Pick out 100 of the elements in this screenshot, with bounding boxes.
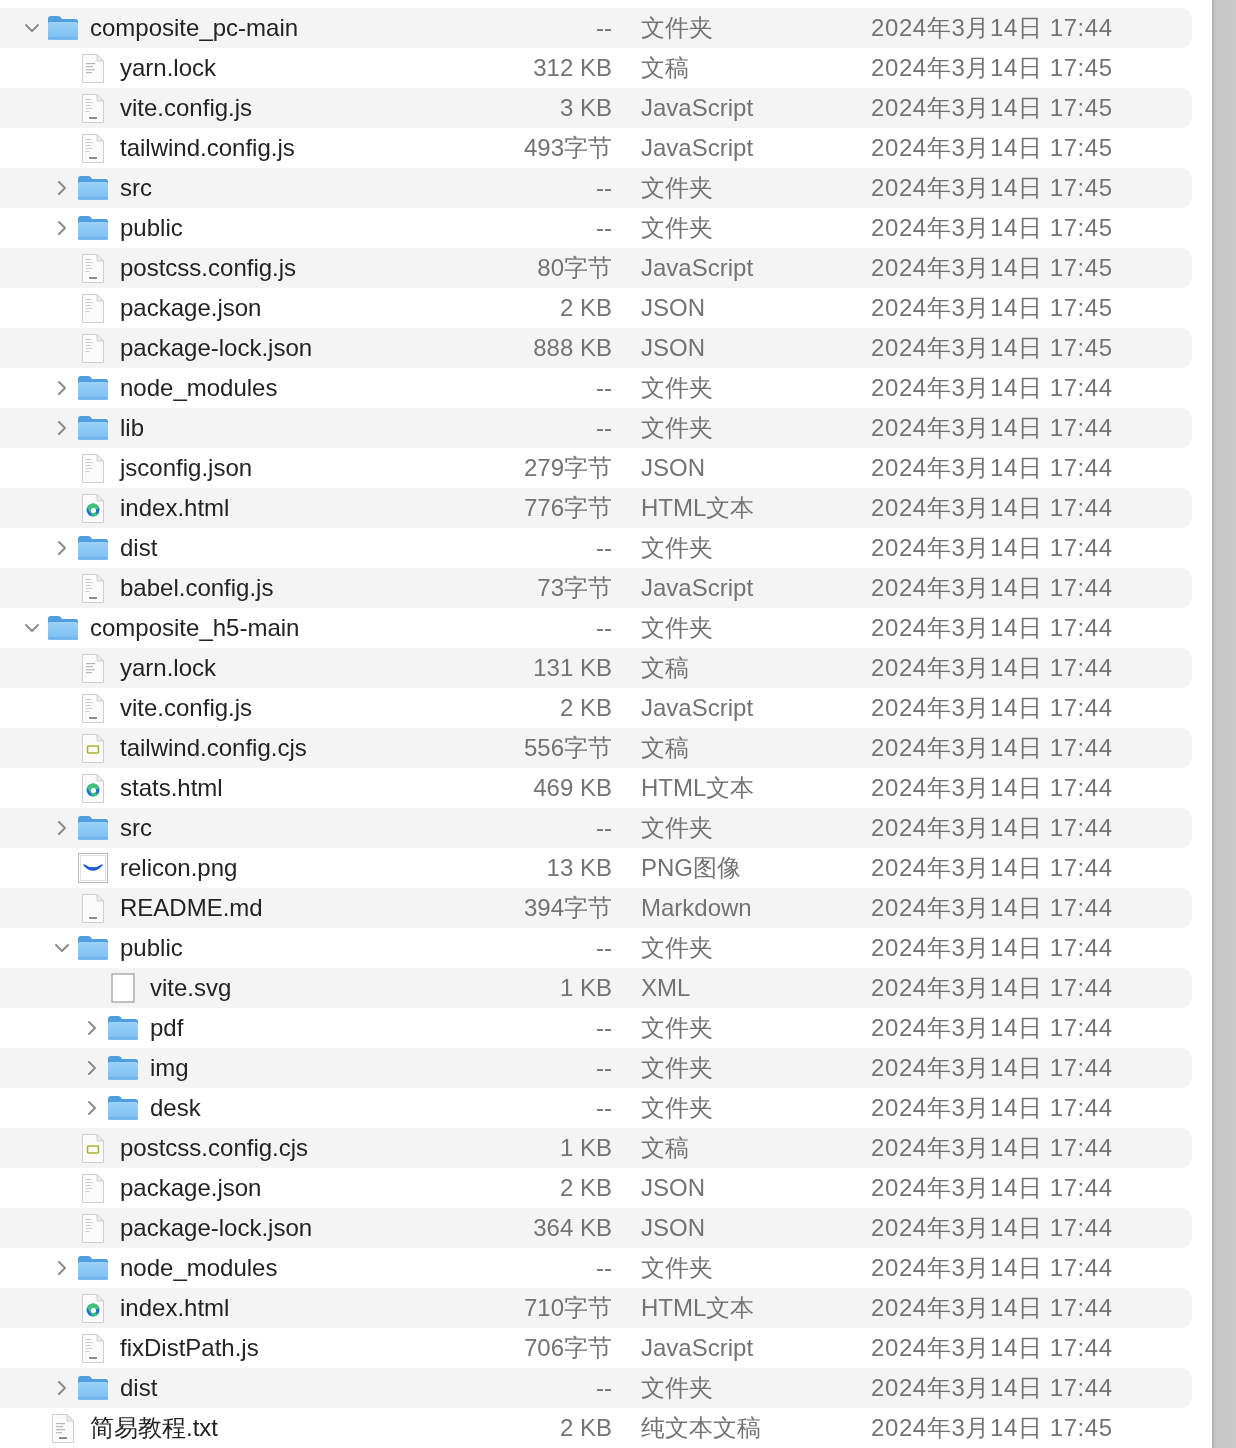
file-name: composite_pc-main bbox=[90, 14, 299, 42]
folder-icon bbox=[77, 935, 109, 961]
file-size: -- bbox=[596, 414, 612, 442]
file-size: 364 KB bbox=[533, 1214, 612, 1242]
chevron-down-icon[interactable] bbox=[24, 623, 40, 633]
modified-date: 2024年3月14日 17:45 bbox=[871, 93, 1113, 123]
code-document-icon bbox=[81, 92, 105, 124]
file-row[interactable]: index.html 710字节 HTML文本 2024年3月14日 17:44 bbox=[0, 1288, 1192, 1328]
file-kind: HTML文本 bbox=[641, 493, 755, 523]
file-size: -- bbox=[596, 174, 612, 202]
chevron-down-icon[interactable] bbox=[54, 943, 70, 953]
file-name: composite_h5-main bbox=[90, 614, 300, 642]
file-kind: PNG图像 bbox=[641, 853, 741, 883]
image-thumbnail-icon bbox=[78, 853, 108, 883]
file-kind: 文件夹 bbox=[641, 13, 713, 43]
modified-date: 2024年3月14日 17:44 bbox=[871, 733, 1113, 763]
file-name: yarn.lock bbox=[120, 654, 217, 682]
file-row[interactable]: yarn.lock 131 KB 文稿 2024年3月14日 17:44 bbox=[0, 648, 1192, 688]
chevron-down-icon[interactable] bbox=[24, 23, 40, 33]
file-kind: JSON bbox=[641, 1214, 705, 1242]
chevron-right-icon[interactable] bbox=[57, 540, 67, 556]
file-size: 776字节 bbox=[523, 493, 612, 523]
file-kind: JSON bbox=[641, 294, 705, 322]
file-row[interactable]: README.md 394字节 Markdown 2024年3月14日 17:44 bbox=[0, 888, 1192, 928]
file-row[interactable]: lib -- 文件夹 2024年3月14日 17:44 bbox=[0, 408, 1192, 448]
file-kind: 文件夹 bbox=[641, 1373, 713, 1403]
modified-date: 2024年3月14日 17:45 bbox=[871, 253, 1113, 283]
document-icon bbox=[81, 1212, 105, 1244]
file-row[interactable]: package-lock.json 364 KB JSON 2024年3月14日 17:44 bbox=[0, 1208, 1192, 1248]
folder-icon bbox=[77, 815, 109, 841]
file-row[interactable]: babel.config.js 73字节 JavaScript 2024年3月14日 17:44 bbox=[0, 568, 1192, 608]
folder-icon bbox=[77, 1375, 109, 1401]
modified-date: 2024年3月14日 17:44 bbox=[871, 773, 1113, 803]
file-row[interactable]: dist -- 文件夹 2024年3月14日 17:44 bbox=[0, 1368, 1192, 1408]
file-name: yarn.lock bbox=[120, 54, 217, 82]
file-size: -- bbox=[596, 1254, 612, 1282]
file-size: 394字节 bbox=[523, 893, 612, 923]
file-size: -- bbox=[596, 1054, 612, 1082]
chevron-right-icon[interactable] bbox=[87, 1100, 97, 1116]
modified-date: 2024年3月14日 17:44 bbox=[871, 1053, 1113, 1083]
file-name: img bbox=[150, 1054, 189, 1082]
modified-date: 2024年3月14日 17:44 bbox=[871, 933, 1113, 963]
code-document-icon bbox=[81, 132, 105, 164]
file-name: postcss.config.js bbox=[120, 254, 297, 282]
file-row[interactable]: img -- 文件夹 2024年3月14日 17:44 bbox=[0, 1048, 1192, 1088]
file-name: src bbox=[120, 174, 152, 202]
file-size: -- bbox=[596, 934, 612, 962]
chevron-right-icon[interactable] bbox=[57, 1260, 67, 1276]
text-document-icon bbox=[81, 652, 105, 684]
file-name: stats.html bbox=[120, 774, 223, 802]
file-name: node_modules bbox=[120, 374, 278, 402]
file-row[interactable]: postcss.config.js 80字节 JavaScript 2024年3月14日 17:45 bbox=[0, 248, 1192, 288]
file-row[interactable]: tailwind.config.cjs 556字节 文稿 2024年3月14日 17:44 bbox=[0, 728, 1192, 768]
chevron-right-icon[interactable] bbox=[57, 420, 67, 436]
file-name: package-lock.json bbox=[120, 1214, 313, 1242]
file-kind: JSON bbox=[641, 334, 705, 362]
file-size: 2 KB bbox=[559, 1414, 612, 1442]
folder-icon bbox=[77, 215, 109, 241]
web-document-icon bbox=[81, 1292, 105, 1324]
file-row[interactable]: src -- 文件夹 2024年3月14日 17:44 bbox=[0, 808, 1192, 848]
chevron-right-icon[interactable] bbox=[57, 380, 67, 396]
file-kind: 纯文本文稿 bbox=[641, 1413, 761, 1443]
modified-date: 2024年3月14日 17:44 bbox=[871, 533, 1113, 563]
file-name: babel.config.js bbox=[120, 574, 274, 602]
modified-date: 2024年3月14日 17:44 bbox=[871, 813, 1113, 843]
chevron-right-icon[interactable] bbox=[57, 180, 67, 196]
chevron-right-icon[interactable] bbox=[57, 220, 67, 236]
document-icon bbox=[81, 452, 105, 484]
file-name: vite.svg bbox=[150, 974, 232, 1002]
file-row[interactable]: index.html 776字节 HTML文本 2024年3月14日 17:44 bbox=[0, 488, 1192, 528]
chevron-right-icon[interactable] bbox=[87, 1020, 97, 1036]
script-badge-document-icon bbox=[81, 1132, 105, 1164]
file-name: dist bbox=[120, 534, 158, 562]
chevron-right-icon[interactable] bbox=[57, 1380, 67, 1396]
file-row[interactable]: vite.config.js 3 KB JavaScript 2024年3月14日 17:45 bbox=[0, 88, 1192, 128]
file-size: 706字节 bbox=[523, 1333, 612, 1363]
file-row[interactable]: package-lock.json 888 KB JSON 2024年3月14日 17:45 bbox=[0, 328, 1192, 368]
file-name: relicon.png bbox=[120, 854, 238, 882]
file-size: 2 KB bbox=[559, 694, 612, 722]
file-row[interactable]: src -- 文件夹 2024年3月14日 17:45 bbox=[0, 168, 1192, 208]
file-size: 469 KB bbox=[533, 774, 612, 802]
chevron-right-icon[interactable] bbox=[57, 820, 67, 836]
modified-date: 2024年3月14日 17:44 bbox=[871, 893, 1113, 923]
file-name: node_modules bbox=[120, 1254, 278, 1282]
file-row[interactable]: composite_pc-main -- 文件夹 2024年3月14日 17:44 bbox=[0, 8, 1192, 48]
modified-date: 2024年3月14日 17:44 bbox=[871, 1293, 1113, 1323]
file-size: -- bbox=[596, 1374, 612, 1402]
file-row[interactable]: postcss.config.cjs 1 KB 文稿 2024年3月14日 17:44 bbox=[0, 1128, 1192, 1168]
modified-date: 2024年3月14日 17:44 bbox=[871, 693, 1113, 723]
modified-date: 2024年3月14日 17:45 bbox=[871, 213, 1113, 243]
file-size: -- bbox=[596, 534, 612, 562]
folder-icon bbox=[107, 1095, 139, 1121]
modified-date: 2024年3月14日 17:44 bbox=[871, 1093, 1113, 1123]
file-row[interactable]: vite.svg 1 KB XML 2024年3月14日 17:44 bbox=[0, 968, 1192, 1008]
file-kind: JavaScript bbox=[641, 694, 754, 722]
chevron-right-icon[interactable] bbox=[87, 1060, 97, 1076]
modified-date: 2024年3月14日 17:44 bbox=[871, 1213, 1113, 1243]
file-size: 73字节 bbox=[537, 573, 612, 603]
file-kind: 文件夹 bbox=[641, 213, 713, 243]
file-kind: 文件夹 bbox=[641, 813, 713, 843]
